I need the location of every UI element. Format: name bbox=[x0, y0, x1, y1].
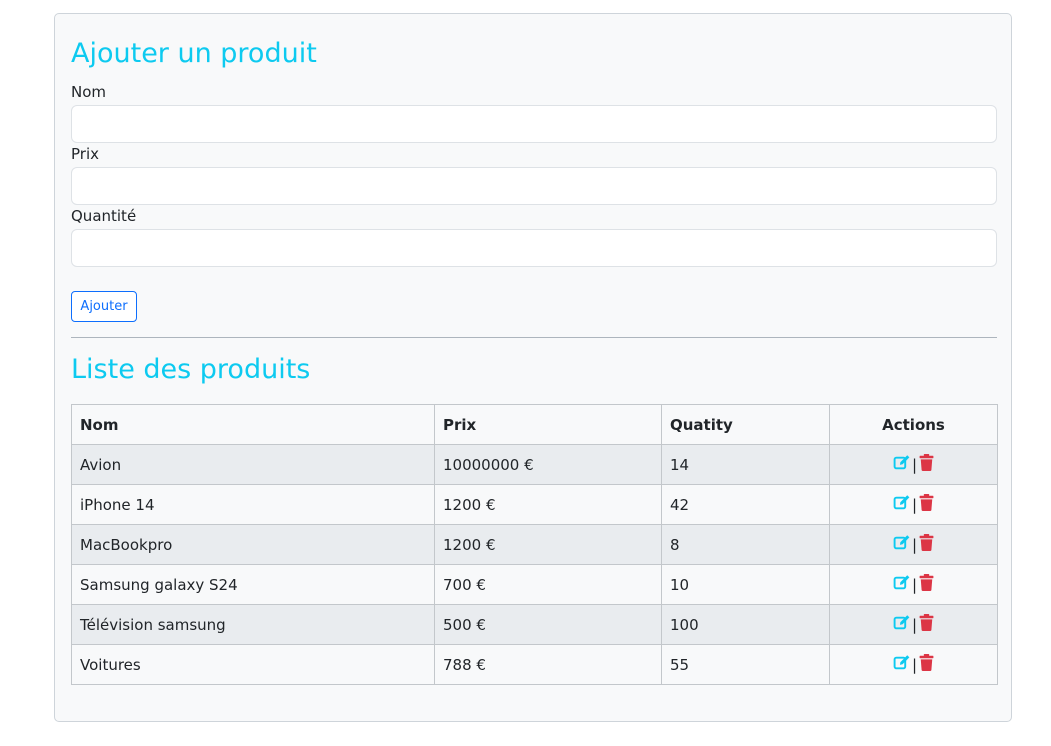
cell-actions: | bbox=[829, 644, 998, 685]
cell-quantity: 14 bbox=[661, 444, 830, 485]
trash-icon[interactable] bbox=[919, 454, 934, 475]
cell-nom: Télévision samsung bbox=[71, 604, 435, 645]
edit-icon[interactable] bbox=[893, 574, 910, 595]
list-title: Liste des produits bbox=[71, 354, 311, 385]
cell-quantity: 55 bbox=[661, 644, 830, 685]
cell-prix: 1200 € bbox=[434, 524, 662, 565]
action-separator: | bbox=[911, 535, 918, 554]
quantite-label: Quantité bbox=[71, 207, 137, 225]
column-header-actions: Actions bbox=[829, 404, 998, 445]
column-header-quantity: Quatity bbox=[661, 404, 830, 445]
cell-actions: | bbox=[829, 524, 998, 565]
cell-prix: 1200 € bbox=[434, 484, 662, 525]
edit-icon[interactable] bbox=[893, 654, 910, 675]
trash-icon[interactable] bbox=[919, 534, 934, 555]
quantite-input[interactable] bbox=[71, 229, 997, 267]
edit-icon[interactable] bbox=[893, 454, 910, 475]
cell-nom: MacBookpro bbox=[71, 524, 435, 565]
cell-prix: 700 € bbox=[434, 564, 662, 605]
trash-icon[interactable] bbox=[919, 654, 934, 675]
table-row: iPhone 14 1200 €42 | bbox=[71, 484, 998, 525]
action-separator: | bbox=[911, 495, 918, 514]
table-row: Samsung galaxy S24 700 €10 | bbox=[71, 564, 998, 605]
cell-nom: Voitures bbox=[71, 644, 435, 685]
cell-quantity: 42 bbox=[661, 484, 830, 525]
edit-icon[interactable] bbox=[893, 534, 910, 555]
column-header-prix: Prix bbox=[434, 404, 662, 445]
action-separator: | bbox=[911, 575, 918, 594]
cell-nom: Avion bbox=[71, 444, 435, 485]
cell-quantity: 100 bbox=[661, 604, 830, 645]
add-button[interactable]: Ajouter bbox=[71, 291, 137, 322]
action-separator: | bbox=[911, 655, 918, 674]
nom-input[interactable] bbox=[71, 105, 997, 143]
table-header-row: Nom Prix Quatity Actions bbox=[71, 404, 998, 445]
form-title: Ajouter un produit bbox=[71, 38, 317, 69]
cell-quantity: 8 bbox=[661, 524, 830, 565]
edit-icon[interactable] bbox=[893, 494, 910, 515]
cell-prix: 500 € bbox=[434, 604, 662, 645]
cell-quantity: 10 bbox=[661, 564, 830, 605]
cell-actions: | bbox=[829, 444, 998, 485]
table-row: MacBookpro 1200 €8 | bbox=[71, 524, 998, 565]
table-row: Avion 10000000 €14 | bbox=[71, 444, 998, 485]
cell-actions: | bbox=[829, 484, 998, 525]
cell-prix: 788 € bbox=[434, 644, 662, 685]
cell-nom: Samsung galaxy S24 bbox=[71, 564, 435, 605]
nom-label: Nom bbox=[71, 83, 107, 101]
edit-icon[interactable] bbox=[893, 614, 910, 635]
table-row: Télévision samsung 500 €100 | bbox=[71, 604, 998, 645]
cell-nom: iPhone 14 bbox=[71, 484, 435, 525]
trash-icon[interactable] bbox=[919, 614, 934, 635]
trash-icon[interactable] bbox=[919, 574, 934, 595]
cell-prix: 10000000 € bbox=[434, 444, 662, 485]
action-separator: | bbox=[911, 615, 918, 634]
action-separator: | bbox=[911, 455, 918, 474]
cell-actions: | bbox=[829, 564, 998, 605]
prix-label: Prix bbox=[71, 145, 99, 163]
divider bbox=[71, 337, 997, 338]
table-row: Voitures 788 €55 | bbox=[71, 644, 998, 685]
prix-input[interactable] bbox=[71, 167, 997, 205]
cell-actions: | bbox=[829, 604, 998, 645]
product-card: Ajouter un produit Nom Prix Quantité Ajo… bbox=[54, 13, 1012, 722]
column-header-nom: Nom bbox=[71, 404, 435, 445]
trash-icon[interactable] bbox=[919, 494, 934, 515]
products-table: Nom Prix Quatity Actions Avion 10000000 €… bbox=[71, 404, 998, 685]
